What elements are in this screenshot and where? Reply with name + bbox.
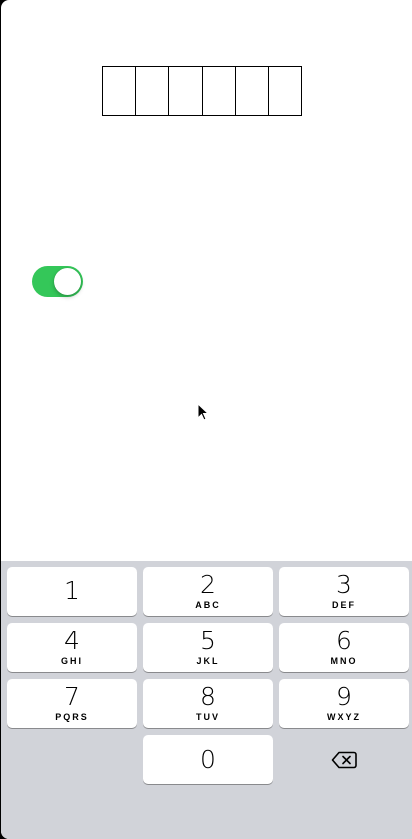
key-letters: WXYZ xyxy=(327,712,361,722)
key-digit: 8 xyxy=(200,682,216,711)
key-7[interactable]: 7 PQRS xyxy=(7,679,137,728)
key-letters: DEF xyxy=(332,600,356,610)
toggle-knob xyxy=(54,268,81,295)
numeric-keypad: 1 2 ABC 3 DEF 4 GHI 5 JKL 6 MNO 7 PQRS 8 xyxy=(1,561,412,839)
code-cell[interactable] xyxy=(203,67,236,115)
key-4[interactable]: 4 GHI xyxy=(7,623,137,672)
backspace-icon xyxy=(331,751,357,768)
app-screen: 1 2 ABC 3 DEF 4 GHI 5 JKL 6 MNO 7 PQRS 8 xyxy=(1,0,412,839)
key-letters: JKL xyxy=(196,656,220,666)
key-letters: GHI xyxy=(60,656,83,666)
mouse-pointer-icon xyxy=(197,403,209,421)
key-2[interactable]: 2 ABC xyxy=(143,567,273,616)
code-cell[interactable] xyxy=(269,67,301,115)
key-digit: 1 xyxy=(64,575,80,605)
key-digit: 9 xyxy=(336,682,352,711)
key-digit: 5 xyxy=(200,626,216,655)
key-letters: PQRS xyxy=(55,712,89,722)
key-letters: ABC xyxy=(195,600,221,610)
key-digit: 2 xyxy=(200,570,216,599)
key-letters: MNO xyxy=(330,656,358,666)
key-9[interactable]: 9 WXYZ xyxy=(279,679,409,728)
key-digit: 7 xyxy=(64,682,80,711)
code-cell[interactable] xyxy=(103,67,137,115)
key-1[interactable]: 1 xyxy=(7,567,137,616)
key-digit: 6 xyxy=(336,626,352,655)
toggle-switch[interactable] xyxy=(32,266,83,297)
delete-button[interactable] xyxy=(279,735,409,784)
key-8[interactable]: 8 TUV xyxy=(143,679,273,728)
verification-code-input[interactable] xyxy=(102,66,302,116)
key-digit: 0 xyxy=(200,744,216,774)
key-5[interactable]: 5 JKL xyxy=(143,623,273,672)
key-6[interactable]: 6 MNO xyxy=(279,623,409,672)
code-cell[interactable] xyxy=(169,67,203,115)
code-cell[interactable] xyxy=(136,67,170,115)
key-0[interactable]: 0 xyxy=(143,735,273,784)
key-3[interactable]: 3 DEF xyxy=(279,567,409,616)
key-digit: 4 xyxy=(64,626,80,655)
key-letters: TUV xyxy=(196,712,220,722)
key-digit: 3 xyxy=(336,570,352,599)
code-cell[interactable] xyxy=(236,67,269,115)
